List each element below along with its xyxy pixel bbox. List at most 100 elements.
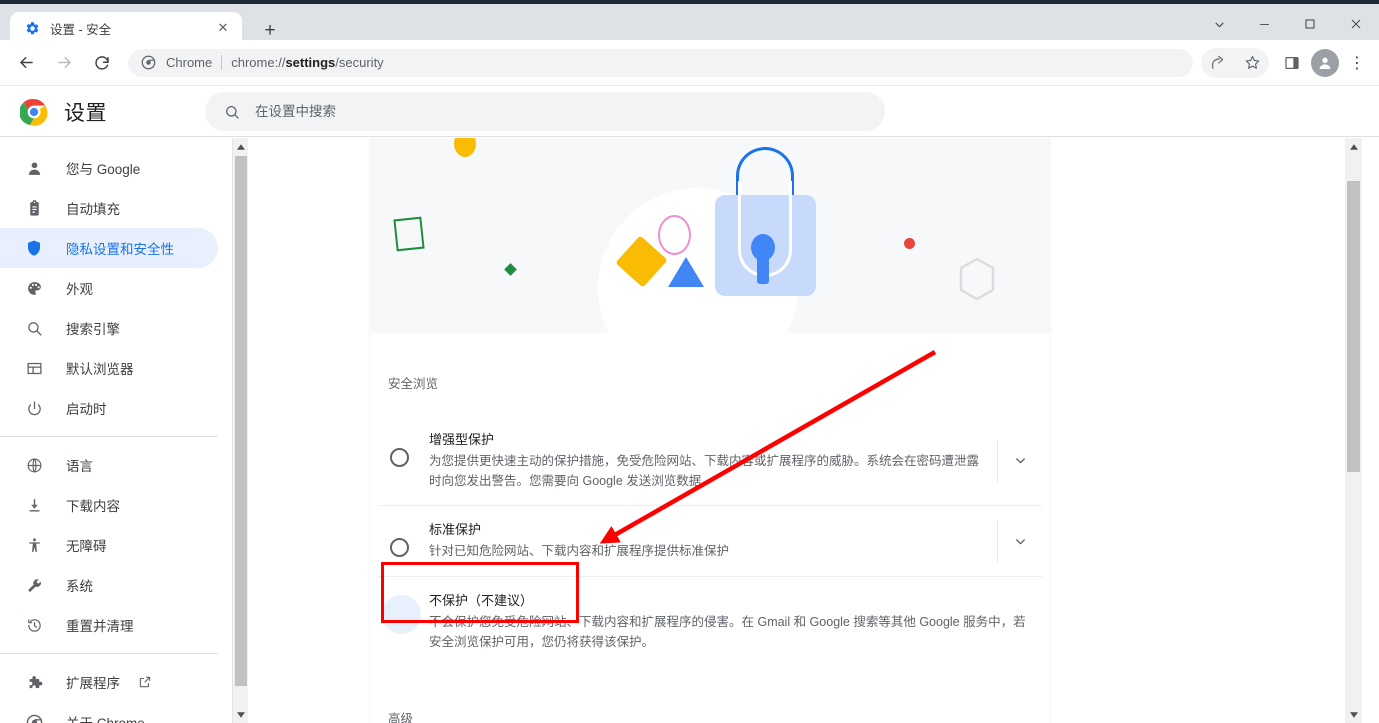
menu-icon[interactable]: ⋮	[1343, 48, 1371, 78]
sidebar-item-system[interactable]: 系统	[0, 565, 218, 605]
padlock-keyhole-stem	[757, 250, 769, 284]
forward-button[interactable]	[48, 47, 80, 79]
sidebar-item-on-startup[interactable]: 启动时	[0, 388, 218, 428]
option-title: 增强型保护	[429, 432, 495, 447]
back-button[interactable]	[10, 47, 42, 79]
person-icon	[24, 158, 44, 178]
url-suffix: /security	[335, 55, 384, 70]
padlock-illustration	[370, 138, 1050, 333]
section-title: 安全浏览	[388, 377, 439, 391]
chrome-logo	[19, 98, 48, 126]
sidebar-item-label: 扩展程序	[66, 676, 120, 691]
sidebar-item-label: 语言	[66, 459, 93, 474]
option-expand-area[interactable]	[997, 520, 1042, 562]
tab-title: 设置 - 安全	[50, 22, 112, 37]
sidebar-item-accessibility[interactable]: 无障碍	[0, 525, 218, 565]
sidebar-item-label: 自动填充	[66, 202, 120, 217]
option-texts: 标准保护 针对已知危险网站、下载内容和扩展程序提供标准保护	[429, 520, 997, 561]
annotation-highlight-box	[381, 562, 579, 623]
scroll-down-icon[interactable]	[233, 706, 249, 723]
globe-icon	[24, 455, 44, 475]
sidebar-item-label: 系统	[66, 579, 93, 594]
minimize-icon[interactable]	[1241, 4, 1287, 44]
accessibility-icon	[24, 535, 44, 555]
side-panel-icon[interactable]	[1277, 48, 1307, 78]
sidebar-item-about-chrome[interactable]: 关于 Chrome	[0, 702, 218, 723]
sidebar-item-label: 您与 Google	[66, 162, 141, 177]
chevron-down-icon[interactable]	[1196, 4, 1242, 44]
option-title: 标准保护	[429, 522, 482, 537]
share-icon[interactable]	[1201, 47, 1235, 78]
page-title: 设置	[64, 101, 107, 125]
sidebar-item-label: 外观	[66, 282, 93, 297]
decor-pink-circle	[658, 215, 691, 255]
sidebar-item-label: 无障碍	[66, 539, 107, 554]
wrench-icon	[24, 575, 44, 595]
advanced-section: 高级 一律使用安全连接	[370, 708, 1050, 723]
clipboard-icon	[24, 198, 44, 218]
decor-yellow-dot	[454, 138, 476, 157]
radio-button[interactable]	[390, 538, 409, 557]
power-icon	[24, 398, 44, 418]
option-texts: 增强型保护 为您提供更快速主动的保护措施，免受危险网站、下载内容或扩展程序的威胁…	[429, 430, 997, 491]
sidebar-item-extensions[interactable]: 扩展程序	[0, 662, 218, 702]
search-icon	[24, 318, 44, 338]
browser-window: 设置 - 安全 ✕ + Chrome chrome://settings/sec…	[0, 0, 1379, 723]
radio-option-enhanced[interactable]: 增强型保护 为您提供更快速主动的保护措施，免受危险网站、下载内容或扩展程序的威胁…	[378, 416, 1042, 505]
sidebar-item-downloads[interactable]: 下载内容	[0, 485, 218, 525]
close-icon[interactable]: ✕	[212, 17, 234, 39]
sidebar-scrollbar[interactable]	[232, 138, 248, 723]
gear-icon	[24, 20, 40, 36]
option-description: 针对已知危险网站、下载内容和扩展程序提供标准保护	[429, 544, 730, 558]
search-box[interactable]	[205, 92, 885, 131]
sidebar-item-label: 关于 Chrome	[66, 712, 145, 723]
sidebar-item-search-engine[interactable]: 搜索引擎	[0, 308, 218, 348]
sidebar-divider	[0, 653, 218, 654]
decor-blue-triangle	[668, 257, 704, 287]
sidebar-item-autofill[interactable]: 自动填充	[0, 188, 218, 228]
sidebar-item-appearance[interactable]: 外观	[0, 268, 218, 308]
chevron-down-icon[interactable]	[998, 534, 1042, 549]
sidebar-item-label: 下载内容	[66, 499, 120, 514]
sidebar-divider	[0, 436, 218, 437]
omnibox-scheme-label: Chrome	[166, 55, 213, 70]
history-restore-icon	[24, 615, 44, 635]
omnibox-url: chrome://settings/security	[231, 55, 383, 70]
maximize-icon[interactable]	[1287, 4, 1333, 44]
sidebar-item-label: 默认浏览器	[66, 362, 134, 377]
scroll-up-icon[interactable]	[233, 138, 249, 155]
palette-icon	[24, 278, 44, 298]
reload-button[interactable]	[86, 47, 118, 79]
section-title: 高级	[388, 712, 414, 723]
search-input[interactable]	[255, 92, 867, 131]
sidebar-item-reset-and-cleanup[interactable]: 重置并清理	[0, 605, 218, 645]
browser-icon	[24, 358, 44, 378]
sidebar-item-label: 搜索引擎	[66, 322, 120, 337]
sidebar-item-label: 重置并清理	[66, 619, 134, 634]
scrollbar-thumb[interactable]	[235, 156, 247, 686]
security-card: 安全浏览 增强型保护 为您提供更快速主动的保护措施，免受危险网站、下载内容或扩展…	[370, 138, 1050, 723]
decor-green-square	[393, 216, 425, 252]
settings-main: 安全浏览 增强型保护 为您提供更快速主动的保护措施，免受危险网站、下载内容或扩展…	[249, 138, 1362, 723]
address-bar[interactable]: Chrome chrome://settings/security	[128, 48, 1193, 77]
bookmark-star-icon[interactable]	[1235, 47, 1269, 78]
shield-icon	[24, 238, 44, 258]
avatar[interactable]	[1311, 48, 1339, 77]
close-icon[interactable]	[1333, 4, 1379, 44]
sidebar-item-you-and-google[interactable]: 您与 Google	[0, 148, 218, 188]
browser-toolbar: Chrome chrome://settings/security ⋮	[0, 40, 1379, 86]
option-description: 为您提供更快速主动的保护措施，免受危险网站、下载内容或扩展程序的威胁。系统会在密…	[429, 454, 980, 488]
sidebar-item-default-browser[interactable]: 默认浏览器	[0, 348, 218, 388]
sidebar-item-privacy-and-security[interactable]: 隐私设置和安全性	[0, 228, 218, 268]
chevron-down-icon[interactable]	[998, 453, 1042, 468]
scrollbar-thumb[interactable]	[1347, 181, 1360, 472]
scroll-down-icon[interactable]	[1345, 706, 1362, 723]
scroll-up-icon[interactable]	[1345, 138, 1362, 155]
puzzle-icon	[24, 672, 44, 692]
sidebar-item-languages[interactable]: 语言	[0, 445, 218, 485]
settings-header: 设置	[0, 87, 1379, 137]
option-expand-area[interactable]	[997, 439, 1042, 482]
radio-button[interactable]	[390, 448, 409, 467]
decor-red-dot	[904, 238, 915, 249]
main-scrollbar[interactable]	[1345, 138, 1362, 723]
